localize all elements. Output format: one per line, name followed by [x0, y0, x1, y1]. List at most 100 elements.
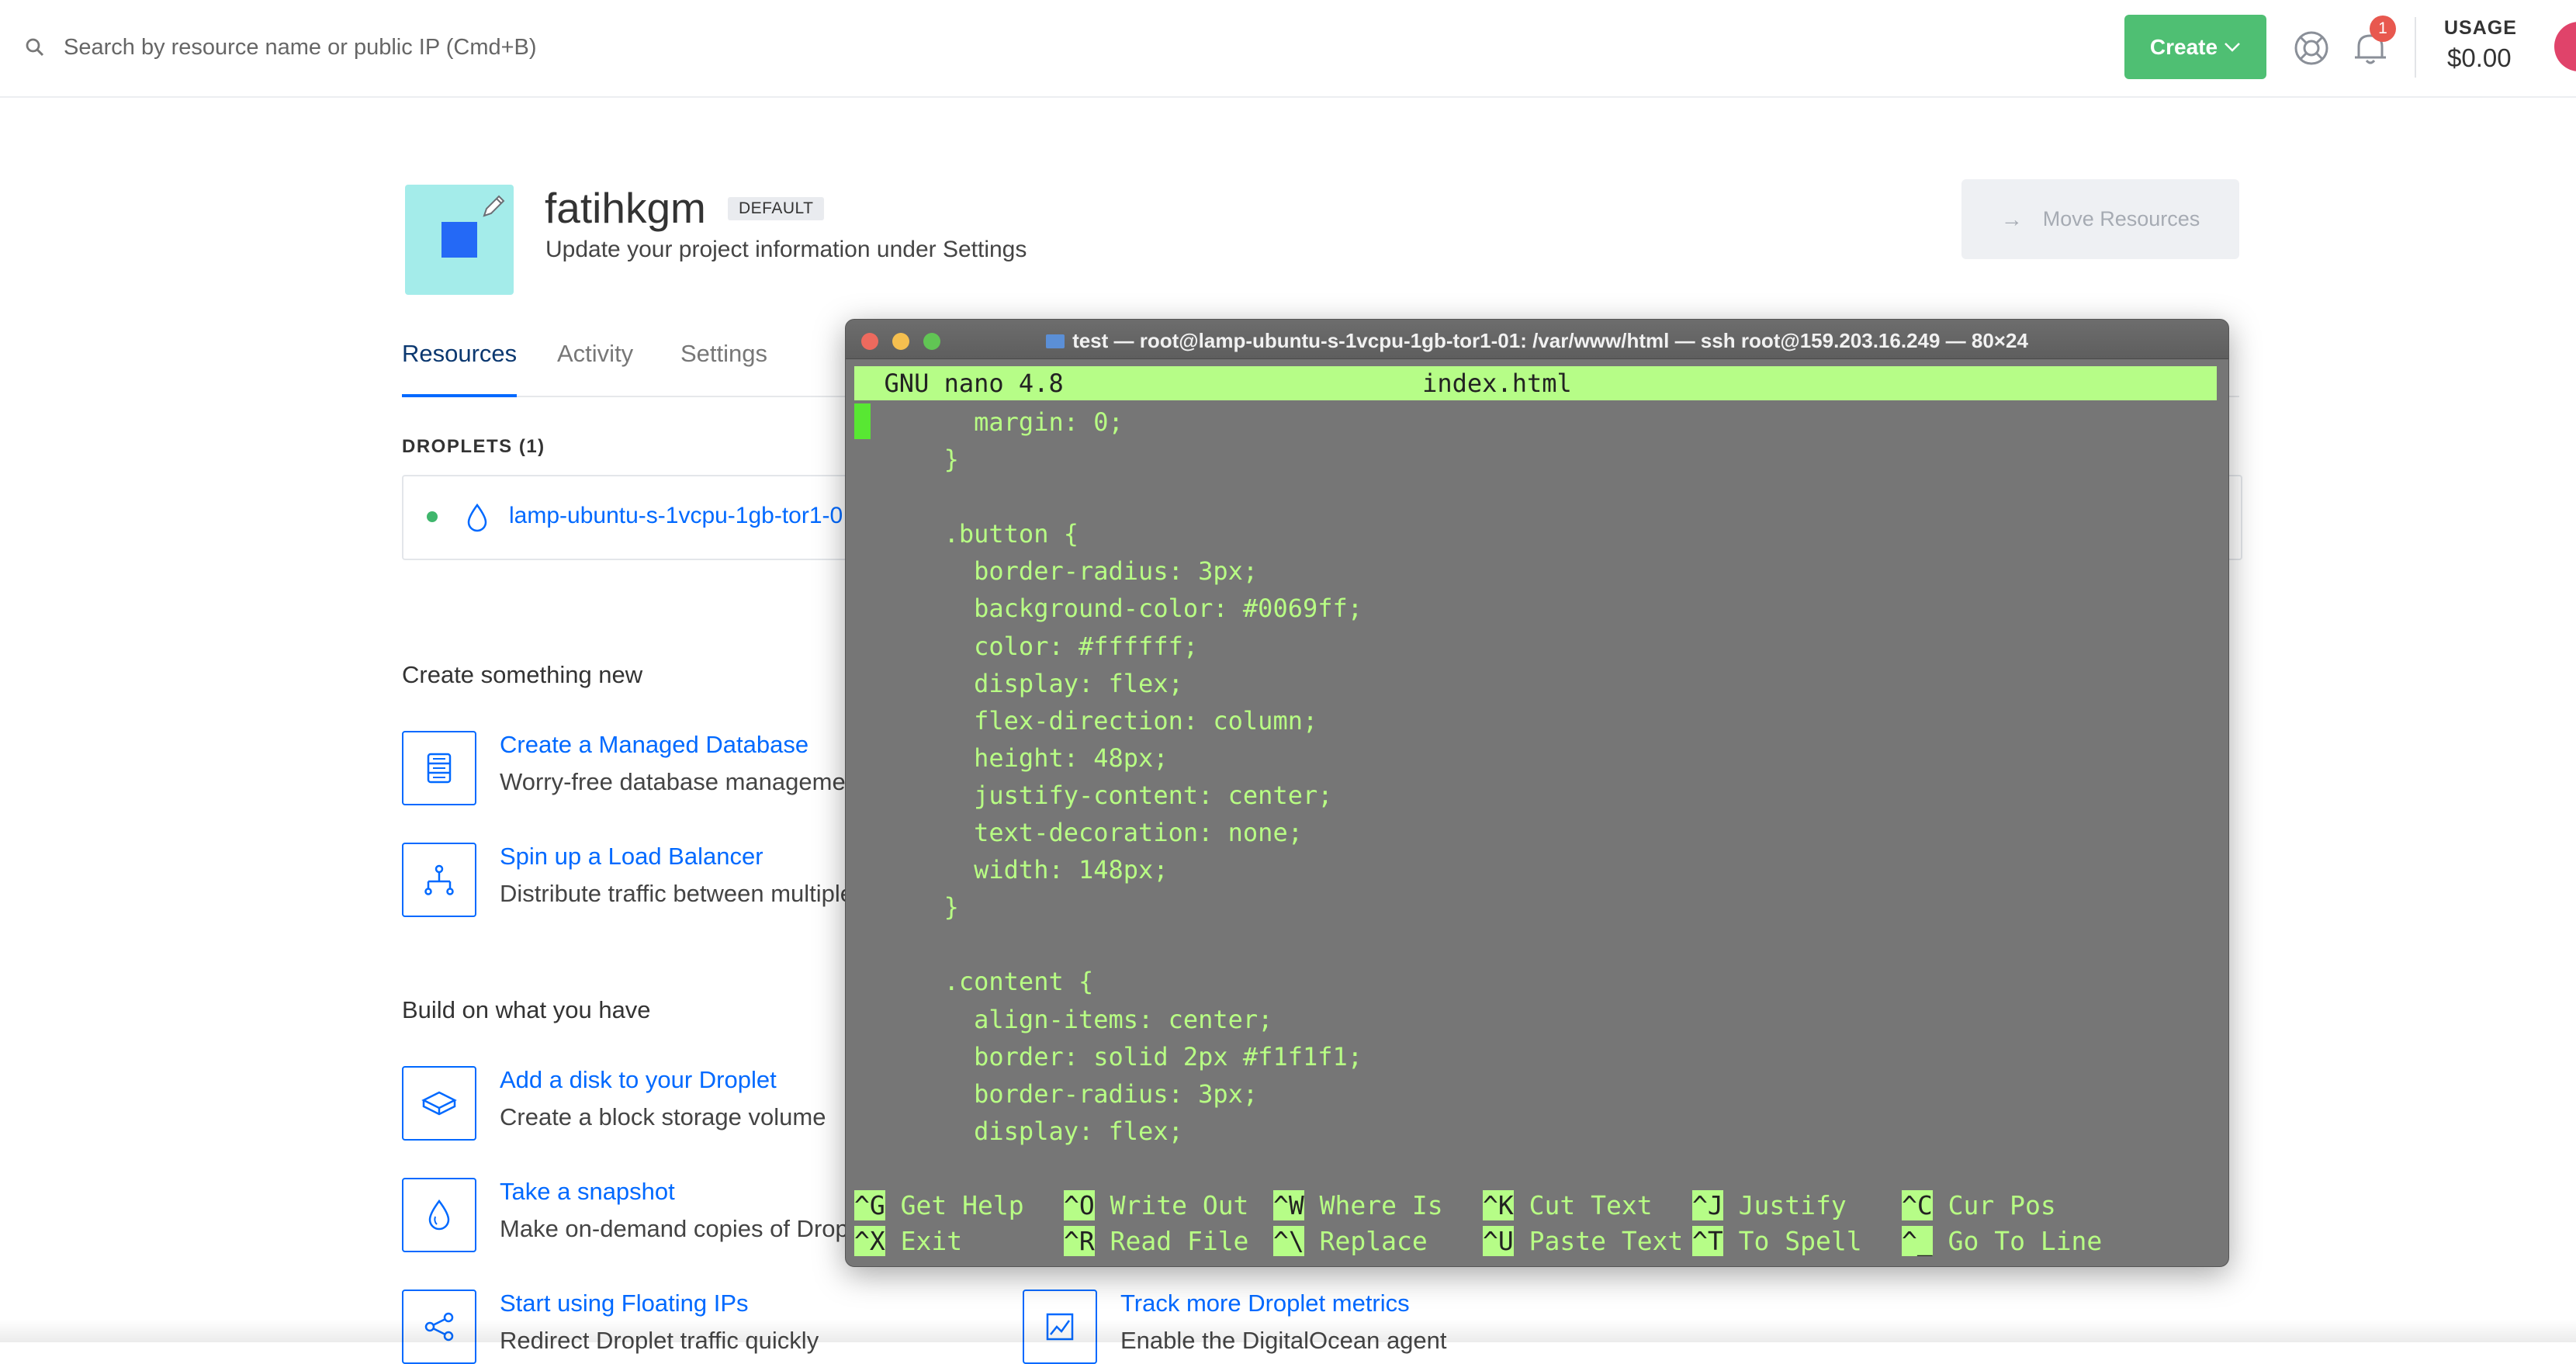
shortcut-key: ^R — [1064, 1226, 1095, 1256]
code-line: } — [854, 892, 959, 923]
shortcut-label: Get Help — [885, 1190, 1024, 1220]
top-bar: Create 1 USAGE $0.00 — [0, 0, 2576, 98]
action-title[interactable]: Add a disk to your Droplet — [500, 1066, 777, 1094]
move-resources-button[interactable]: → Move Resources — [1961, 179, 2239, 259]
tab-settings[interactable]: Settings — [680, 340, 767, 394]
nano-shortcut: ^X Exit — [854, 1223, 962, 1260]
nano-shortcut-bar: ^G Get Help ^X Exit ^O Write Out ^R Read Fi… — [854, 1187, 2228, 1262]
action-title[interactable]: Create a Managed Database — [500, 731, 808, 759]
build-section-heading: Build on what you have — [402, 996, 651, 1023]
shortcut-label: Where Is — [1304, 1190, 1443, 1220]
bottom-shadow — [0, 1319, 2576, 1342]
code-line: flex-direction: column; — [854, 705, 1318, 736]
action-title[interactable]: Start using Floating IPs — [500, 1290, 749, 1317]
divider — [2415, 17, 2416, 78]
nano-shortcut: ^J Justify — [1692, 1187, 1847, 1224]
nano-shortcut: ^W Where Is — [1273, 1187, 1443, 1224]
create-button-label: Create — [2149, 34, 2218, 59]
terminal-title: test — root@lamp-ubuntu-s-1vcpu-1gb-tor1… — [846, 329, 2228, 353]
code-line: border-radius: 3px; — [854, 556, 1259, 587]
terminal-title-text: test — root@lamp-ubuntu-s-1vcpu-1gb-tor1… — [1072, 329, 2028, 352]
droplets-section-label: DROPLETS (1) — [402, 436, 545, 457]
code-line: height: 48px; — [854, 743, 1169, 773]
action-description: Worry-free database management — [500, 768, 866, 795]
status-dot — [427, 511, 438, 522]
shortcut-key: ^K — [1483, 1190, 1514, 1220]
create-button[interactable]: Create — [2124, 15, 2266, 79]
search-input[interactable] — [62, 33, 655, 61]
snapshot-icon-box — [402, 1178, 476, 1252]
folder-icon — [1046, 334, 1065, 348]
volume-icon-box — [402, 1066, 476, 1141]
shortcut-label: To Spell — [1723, 1226, 1862, 1256]
shortcut-label: Exit — [885, 1226, 963, 1256]
shortcut-label: Go To Line — [1932, 1226, 2103, 1256]
terminal-titlebar[interactable]: test — root@lamp-ubuntu-s-1vcpu-1gb-tor1… — [846, 320, 2228, 359]
usage-label: USAGE — [2444, 17, 2517, 39]
nano-shortcut: ^T To Spell — [1692, 1223, 1862, 1260]
chevron-down-icon — [2225, 42, 2240, 52]
avatar[interactable] — [2554, 22, 2576, 71]
shortcut-label: Cut Text — [1513, 1190, 1653, 1220]
code-line: display: flex; — [854, 1116, 1183, 1146]
project-square-icon — [441, 222, 477, 258]
code-line: display: flex; — [854, 668, 1183, 698]
tab-activity[interactable]: Activity — [557, 340, 633, 394]
database-icon-box — [402, 731, 476, 805]
help-icon[interactable] — [2293, 29, 2330, 67]
droplet-name-link[interactable]: lamp-ubuntu-s-1vcpu-1gb-tor1-0 — [509, 503, 843, 529]
terminal-window[interactable]: test — root@lamp-ubuntu-s-1vcpu-1gb-tor1… — [845, 319, 2229, 1267]
code-line: .content { — [854, 967, 1094, 997]
shortcut-key: ^J — [1692, 1190, 1723, 1220]
code-editor[interactable]: margin: 0; } .button { border-radius: 3p… — [854, 403, 1362, 1150]
action-title[interactable]: Track more Droplet metrics — [1120, 1290, 1410, 1317]
nano-header: GNU nano 4.8 index.html — [854, 366, 2217, 400]
shortcut-label: Paste Text — [1513, 1226, 1684, 1256]
search-icon — [26, 38, 44, 57]
load-balancer-icon — [424, 864, 454, 895]
usage-value[interactable]: $0.00 — [2447, 43, 2512, 73]
shortcut-label: Write Out — [1094, 1190, 1249, 1220]
code-line: } — [854, 445, 959, 475]
default-badge: DEFAULT — [728, 197, 825, 220]
code-line: color: #ffffff; — [854, 631, 1199, 661]
nano-shortcut: ^G Get Help — [854, 1187, 1024, 1224]
nano-shortcut: ^R Read File — [1064, 1223, 1248, 1260]
action-description: Create a block storage volume — [500, 1103, 826, 1130]
volume-icon — [421, 1091, 457, 1116]
shortcut-key: ^C — [1902, 1190, 1933, 1220]
code-line: margin: 0; — [854, 407, 1124, 437]
project-icon[interactable] — [405, 185, 514, 295]
nano-shortcut: ^K Cut Text — [1483, 1187, 1653, 1224]
action-title[interactable]: Spin up a Load Balancer — [500, 843, 763, 871]
shortcut-key: ^T — [1692, 1226, 1723, 1256]
code-line: align-items: center; — [854, 1004, 1273, 1034]
project-name: fatihkgm — [545, 184, 706, 232]
action-description: Make on-demand copies of Droplets — [500, 1215, 886, 1242]
pencil-icon[interactable] — [480, 192, 507, 220]
action-title[interactable]: Take a snapshot — [500, 1178, 675, 1206]
code-line: width: 148px; — [854, 855, 1169, 885]
load-balancer-icon-box — [402, 843, 476, 917]
droplet-icon — [467, 503, 487, 532]
arrow-right-icon: → — [2000, 206, 2023, 231]
shortcut-label: Read File — [1094, 1226, 1249, 1256]
code-line: background-color: #0069ff; — [854, 594, 1363, 624]
search-bar[interactable] — [23, 28, 655, 67]
tab-resources[interactable]: Resources — [402, 340, 518, 397]
shortcut-key: ^X — [854, 1226, 885, 1256]
shortcut-key: ^_ — [1902, 1226, 1933, 1256]
shortcut-key: ^W — [1273, 1190, 1304, 1220]
shortcut-key: ^G — [854, 1190, 885, 1220]
nano-shortcut: ^O Write Out — [1064, 1187, 1248, 1224]
shortcut-label: Justify — [1723, 1190, 1847, 1220]
shortcut-key: ^U — [1483, 1226, 1514, 1256]
create-section-heading: Create something new — [402, 661, 643, 688]
shortcut-key: ^O — [1064, 1190, 1095, 1220]
nano-shortcut: ^U Paste Text — [1483, 1223, 1683, 1260]
nano-shortcut: ^C Cur Pos — [1902, 1187, 2056, 1224]
shortcut-label: Cur Pos — [1932, 1190, 2056, 1220]
shortcut-label: Replace — [1304, 1226, 1428, 1256]
